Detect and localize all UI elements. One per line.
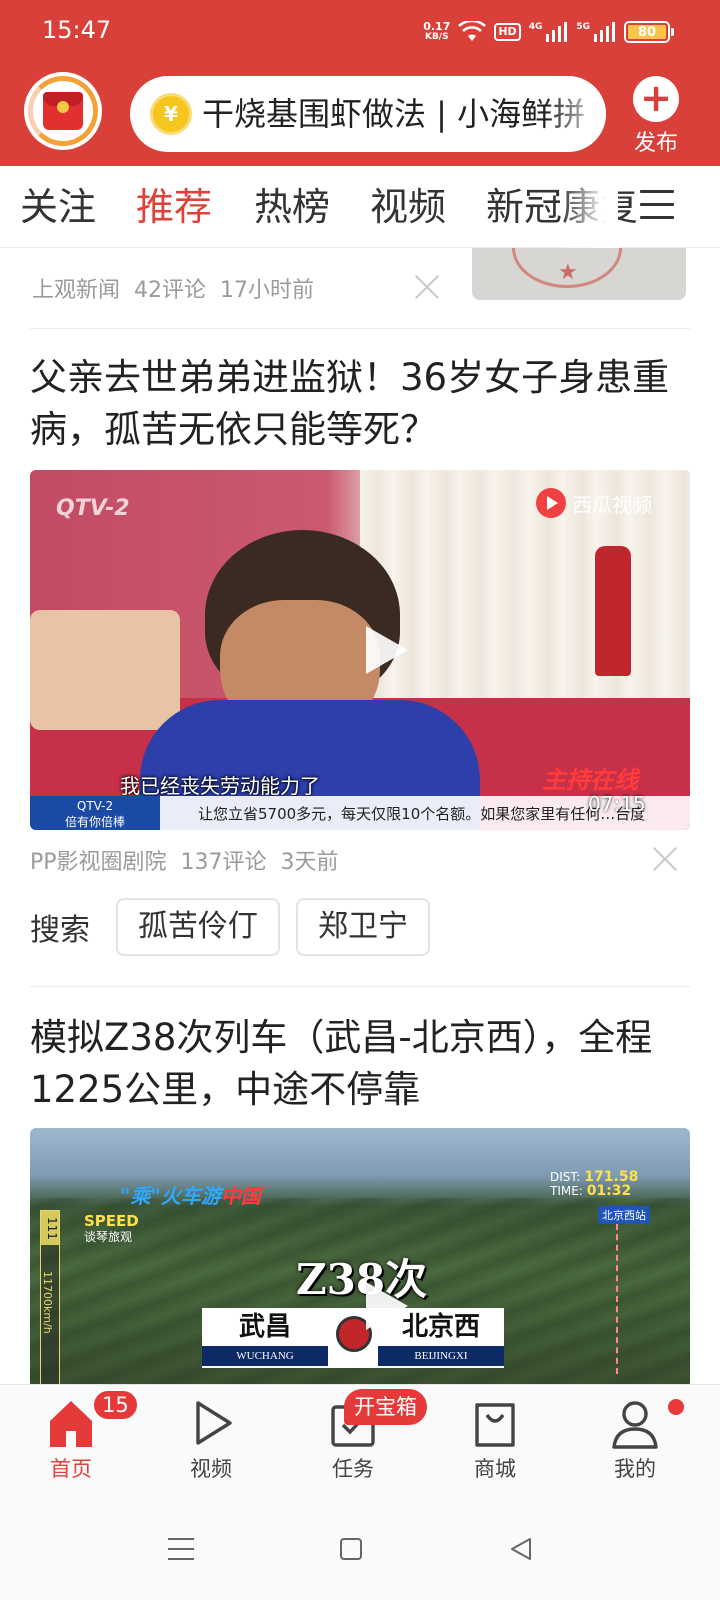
search-chip[interactable]: 孤苦伶仃 xyxy=(116,898,280,956)
divider xyxy=(30,328,690,329)
xigua-play-icon xyxy=(536,488,566,518)
home-icon xyxy=(50,1401,92,1447)
video-duration: 07:15 xyxy=(588,792,646,816)
xigua-logo: 西瓜视频 xyxy=(536,488,652,518)
shopping-bag-icon xyxy=(475,1403,515,1447)
play-icon[interactable] xyxy=(360,622,410,678)
publish-time: 3天前 xyxy=(280,850,339,875)
show-logo: "乘"火车游中国 xyxy=(120,1184,261,1208)
red-envelope-icon xyxy=(43,92,83,130)
recent-apps-icon[interactable] xyxy=(168,1538,194,1560)
origin-station: 武昌 WUCHANG xyxy=(202,1308,328,1368)
star-icon: ★ xyxy=(558,260,578,285)
map-station-label: 北京西站 xyxy=(598,1206,650,1224)
ticker-channel-tag: QTV-2 倍有你倍棒 xyxy=(30,796,160,830)
publish-label: 发布 xyxy=(633,131,678,156)
notification-dot xyxy=(668,1399,684,1415)
top-header: 15:47 0.17 KB/S HD 4G 5G 80 ¥ 干烧基围虾做法 | … xyxy=(0,0,720,166)
nav-mall[interactable]: 商城 xyxy=(440,1385,550,1501)
speed-sublabel: 谈琴旅观 xyxy=(84,1230,133,1244)
publish-time: 17小时前 xyxy=(220,278,315,303)
article-thumbnail[interactable]: ★ xyxy=(472,248,686,300)
status-icons: 0.17 KB/S HD 4G 5G 80 xyxy=(423,18,674,46)
divider xyxy=(30,986,690,987)
bottom-navigation: 首页 15 视频 任务 开宝箱 商城 我的 xyxy=(0,1384,720,1500)
article-title[interactable]: 模拟Z38次列车（武昌-北京西），全程1225公里，中途不停靠 xyxy=(30,1012,690,1116)
treasure-box-badge[interactable]: 开宝箱 xyxy=(344,1389,427,1425)
back-icon[interactable] xyxy=(508,1536,534,1562)
article-title[interactable]: 父亲去世弟弟进监狱！36岁女子身患重病，孤苦无依只能等死？ xyxy=(30,352,690,456)
program-logo: 主持在线 xyxy=(542,766,638,794)
route-station-bar: 武昌 WUCHANG 北京西 BEIJINGXI xyxy=(202,1308,504,1368)
publish-button[interactable]: + 发布 xyxy=(628,76,684,157)
red-packet-button[interactable] xyxy=(24,72,102,150)
signal-4g-icon: 4G xyxy=(529,22,569,42)
search-input[interactable]: ¥ 干烧基围虾做法 | 小海鲜拼 xyxy=(130,76,606,152)
tab-follow[interactable]: 关注 xyxy=(20,186,96,228)
search-hint-text: 干烧基围虾做法 | 小海鲜拼 xyxy=(202,95,586,133)
plus-icon: + xyxy=(633,76,679,122)
tab-recommend[interactable]: 推荐 xyxy=(136,186,212,228)
related-search-row: 搜索 孤苦伶仃 郑卫宁 xyxy=(30,898,430,956)
dismiss-icon[interactable] xyxy=(414,274,440,300)
play-outline-icon xyxy=(196,1401,232,1445)
coin-icon: ¥ xyxy=(150,93,192,135)
tab-video[interactable]: 视频 xyxy=(370,186,446,228)
battery-icon: 80 xyxy=(624,21,674,43)
dismiss-icon[interactable] xyxy=(652,846,678,872)
news-feed[interactable]: ★ 上观新闻 42评论 17小时前 父亲去世弟弟进监狱！36岁女子身患重病，孤苦… xyxy=(0,248,720,1384)
channel-tabs: 关注 推荐 热榜 视频 新冠康复 xyxy=(0,166,720,248)
speed-gauge: 111 11700km/h xyxy=(40,1210,60,1384)
home-badge: 15 xyxy=(92,1389,139,1421)
comment-count: 42评论 xyxy=(134,278,207,303)
article-meta: PP影视圈剧院 137评论 3天前 xyxy=(30,844,339,876)
system-navigation xyxy=(0,1500,720,1600)
status-bar: 15:47 0.17 KB/S HD 4G 5G 80 xyxy=(0,0,720,62)
video-thumbnail[interactable]: QTV-2 西瓜视频 我已经丧失劳动能力了 主持在线 QTV-2 倍有你倍棒 让… xyxy=(30,470,690,830)
nav-video[interactable]: 视频 xyxy=(156,1385,266,1501)
video-thumbnail[interactable]: "乘"火车游中国 SPEED 谈琴旅观 111 11700km/h DIST: … xyxy=(30,1128,690,1384)
status-time: 15:47 xyxy=(42,16,112,44)
source-name: 上观新闻 xyxy=(32,278,121,303)
home-button-icon[interactable] xyxy=(340,1538,362,1560)
user-icon xyxy=(612,1401,658,1449)
search-label: 搜索 xyxy=(30,913,90,948)
wifi-icon xyxy=(458,21,487,41)
signal-5g-icon: 5G xyxy=(576,22,616,42)
video-subtitle: 我已经丧失劳动能力了 xyxy=(120,774,320,798)
search-chip[interactable]: 郑卫宁 xyxy=(296,898,430,956)
tab-hot[interactable]: 热榜 xyxy=(254,186,330,228)
source-name: PP影视圈剧院 xyxy=(30,850,167,875)
route-line xyxy=(616,1224,618,1374)
channel-watermark: QTV-2 xyxy=(56,496,130,521)
channel-menu-icon[interactable] xyxy=(640,190,674,224)
comment-count: 137评论 xyxy=(180,850,267,875)
play-icon[interactable] xyxy=(360,1278,410,1334)
distance-readout: DIST: 171.58 TIME: 01:32 xyxy=(550,1169,639,1199)
hd-voice-icon: HD xyxy=(494,23,521,41)
network-speed: 0.17 KB/S xyxy=(423,20,451,42)
article-meta: 上观新闻 42评论 17小时前 xyxy=(32,272,314,304)
